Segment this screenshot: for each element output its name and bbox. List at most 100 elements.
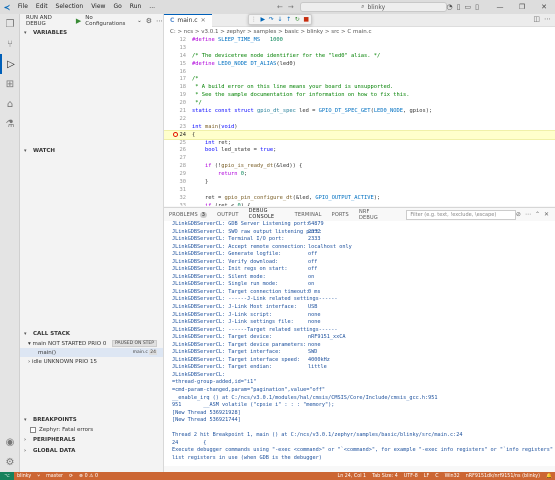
code-line[interactable]: 27 [164, 154, 555, 162]
menu-item-selection[interactable]: Selection [52, 0, 88, 14]
status-problems[interactable]: ⊗ 0 ⚠ 0 [76, 474, 101, 479]
code-line[interactable]: 14 /* The devicetree node identifier for … [164, 52, 555, 60]
code-line[interactable]: 19 * See the sample documentation for in… [164, 91, 555, 99]
code-line[interactable]: 22 [164, 115, 555, 123]
tab-output[interactable]: OUTPUT [212, 208, 244, 222]
start-debugging-icon[interactable]: ▶ [76, 17, 81, 25]
close-window-button[interactable]: ✕ [533, 0, 555, 14]
run-debug-icon[interactable]: ▷ [0, 54, 20, 74]
code-line[interactable]: 32 ret = gpio_pin_configure_dt(&led, GPI… [164, 194, 555, 202]
code-line[interactable]: 15 #define LED0_NODE DT_ALIAS(led0) [164, 60, 555, 68]
source-control-icon[interactable]: ⑂ [0, 34, 20, 54]
status-board[interactable]: nRF9151dk/nrf9151/ns (blinky) [463, 474, 543, 479]
minimize-button[interactable]: — [489, 0, 511, 14]
code-line[interactable]: 23 int main(void) [164, 123, 555, 131]
code-line[interactable]: 20 */ [164, 99, 555, 107]
console-filter-input[interactable]: Filter (e.g. text, !exclude, \escape) [406, 209, 516, 220]
back-arrow-icon[interactable]: ← [277, 3, 283, 11]
restart-icon[interactable]: ↻ [295, 16, 300, 23]
code-line[interactable]: 29 return 0; [164, 170, 555, 178]
testing-icon[interactable]: ⚗ [0, 114, 20, 134]
bell-icon[interactable]: 🔔 [543, 474, 555, 479]
sync-icon[interactable]: ⟳ [66, 474, 76, 479]
code-line[interactable]: 16 [164, 68, 555, 76]
more-actions-icon[interactable]: ⋯ [544, 15, 551, 23]
copilot-icon[interactable]: ◔ [447, 3, 453, 11]
chevron-down-icon[interactable]: ⌄ [137, 18, 142, 24]
step-into-icon[interactable]: ↓ [277, 16, 282, 23]
maximize-button[interactable]: ❐ [511, 0, 533, 14]
code-line[interactable]: 33 if (ret < 0) { [164, 202, 555, 206]
status-spaces[interactable]: Tab Size: 4 [369, 474, 401, 479]
code-line[interactable]: 31 [164, 186, 555, 194]
toggle-panel-icon[interactable]: ▭ [465, 3, 472, 11]
breakpoints-section[interactable]: ▾ BREAKPOINTS [20, 414, 163, 425]
menu-item-go[interactable]: Go [109, 0, 125, 14]
more-actions-icon[interactable]: ⋯ [525, 211, 531, 218]
tab-problems[interactable]: PROBLEMS 3 [164, 208, 212, 222]
code-line[interactable]: 12 #define SLEEP_TIME_MS 1000 [164, 36, 555, 44]
code-editor[interactable]: 12 #define SLEEP_TIME_MS 1000 13 14 /* The d… [164, 36, 555, 206]
step-out-icon[interactable]: ↑ [286, 16, 291, 23]
settings-gear-icon[interactable]: ⚙ [146, 17, 152, 25]
code-line[interactable]: 26 bool led_state = true; [164, 146, 555, 154]
status-encoding[interactable]: UTF-8 [401, 474, 421, 479]
debug-config-select[interactable]: No Configurations [85, 15, 133, 27]
manage-gear-icon[interactable]: ⚙ [0, 452, 20, 472]
tab-main-c[interactable]: C main.c ✕ [164, 13, 212, 27]
breadcrumb[interactable]: C: > ncs > v3.0.1 > zephyr > samples > b… [164, 27, 555, 36]
watch-section[interactable]: ▾ WATCH [20, 145, 163, 156]
menu-item-file[interactable]: File [14, 0, 32, 14]
menu-item-view[interactable]: View [87, 0, 109, 14]
menu-item-edit[interactable]: Edit [32, 0, 52, 14]
peripherals-section[interactable]: › PERIPHERALS [20, 434, 163, 445]
tab-ports[interactable]: PORTS [327, 208, 354, 222]
tab-terminal[interactable]: TERMINAL [290, 208, 327, 222]
command-center-search[interactable]: ⌕ blinky [299, 2, 447, 12]
code-line[interactable]: 30 } [164, 178, 555, 186]
tab-debug-console[interactable]: DEBUG CONSOLE [243, 208, 290, 222]
status-language[interactable]: C [432, 474, 441, 479]
continue-icon[interactable]: ▶ [260, 16, 265, 23]
code-line[interactable]: 18 * A build error on this line means yo… [164, 83, 555, 91]
toggle-sidebar-icon[interactable]: ▯ [457, 3, 461, 11]
status-position[interactable]: Ln 24, Col 1 [335, 474, 370, 479]
more-actions-icon[interactable]: ⋯ [156, 17, 163, 25]
variables-section[interactable]: ▾ VARIABLES [20, 27, 163, 38]
remote-indicator-icon[interactable]: ⌥ [0, 472, 14, 480]
account-icon[interactable]: ◉ [0, 432, 20, 452]
global-data-section[interactable]: › GLOBAL DATA [20, 445, 163, 456]
status-eol[interactable]: LF [421, 474, 432, 479]
breakpoint-checkbox[interactable] [30, 426, 36, 433]
code-line[interactable]: 21 static const struct gpio_dt_spec led =… [164, 107, 555, 115]
thread-row[interactable]: › idle UNKNOWN PRIO 15 [20, 357, 163, 366]
menu-item-[interactable]: ... [145, 0, 159, 14]
code-line[interactable]: 24 { [164, 129, 555, 140]
forward-arrow-icon[interactable]: → [288, 3, 294, 11]
tab-nrf-debug[interactable]: NRF DEBUG [354, 208, 388, 222]
stop-icon[interactable]: ■ [303, 16, 309, 23]
status-branch[interactable]: master [43, 474, 66, 479]
explorer-icon[interactable]: ❐ [0, 14, 20, 34]
status-app[interactable]: blinky [14, 474, 34, 479]
breakpoint-item[interactable]: Zephyr: Fatal errors [20, 425, 163, 434]
call-stack-section[interactable]: ▾ CALL STACK [20, 328, 163, 339]
code-line[interactable]: 13 [164, 44, 555, 52]
maximize-panel-icon[interactable]: ⌃ [535, 211, 540, 218]
split-editor-icon[interactable]: ◫ [533, 15, 540, 23]
code-line[interactable]: 25 int ret; [164, 139, 555, 147]
code-line[interactable]: 28 if (!gpio_is_ready_dt(&led)) { [164, 162, 555, 170]
close-tab-icon[interactable]: ✕ [201, 17, 206, 24]
menu-item-run[interactable]: Run [126, 0, 146, 14]
code-line[interactable]: 17 /* [164, 75, 555, 83]
status-platform[interactable]: Win32 [442, 474, 463, 479]
close-panel-icon[interactable]: ✕ [544, 211, 549, 218]
toggle-secondary-sidebar-icon[interactable]: ▯ [475, 3, 479, 11]
nrf-connect-icon[interactable]: ⌂ [0, 94, 20, 114]
debug-console-output[interactable]: JLinkGDBServerCL: GDB Server Listening p… [164, 221, 555, 466]
drag-handle-icon[interactable]: ⋮ [251, 16, 257, 23]
extensions-icon[interactable]: ⊞ [0, 74, 20, 94]
thread-row[interactable]: ▾ main NOT STARTED PRIO 0 PAUSED ON STEP [20, 339, 163, 348]
stack-frame-row[interactable]: main() main.c 24 [20, 348, 163, 357]
step-over-icon[interactable]: ↷ [269, 16, 274, 23]
